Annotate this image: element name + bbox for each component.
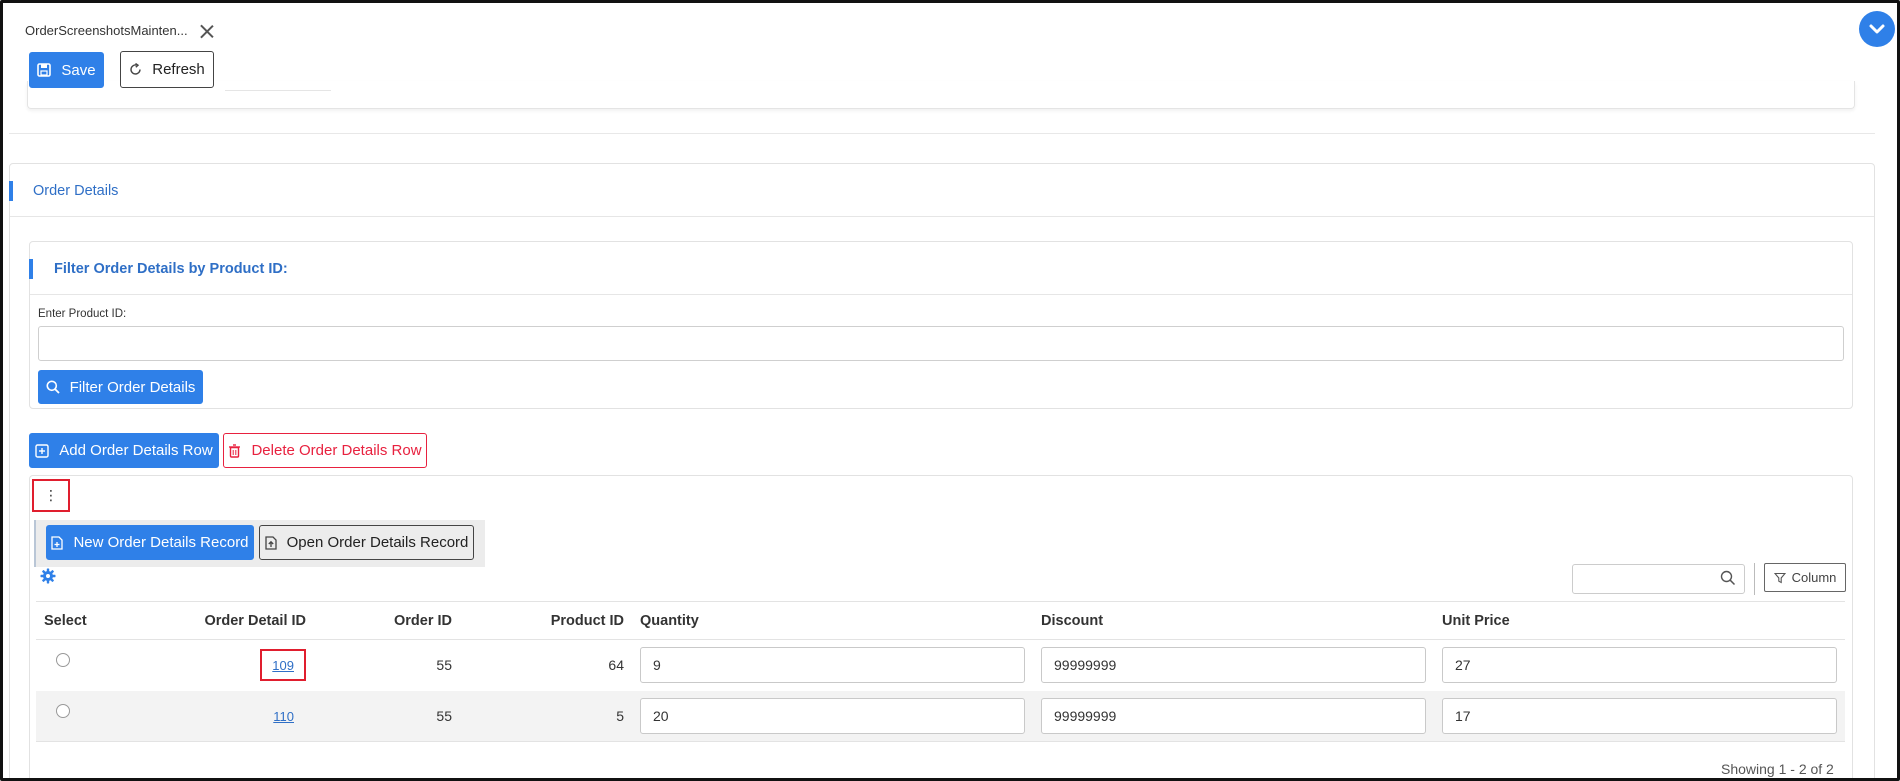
filter-order-details-button[interactable]: Filter Order Details — [38, 370, 203, 404]
delete-row-label: Delete Order Details Row — [251, 442, 422, 459]
product-id-cell: 64 — [608, 657, 624, 674]
open-file-icon — [264, 535, 277, 550]
column-header-unit-price[interactable]: Unit Price — [1434, 601, 1845, 640]
unit-price-input[interactable] — [1442, 697, 1837, 734]
divider — [10, 216, 1874, 217]
column-button-label: Column — [1791, 570, 1837, 585]
table-row[interactable]: 110 55 5 — [36, 690, 1845, 742]
section-accent — [9, 181, 13, 201]
order-id-cell: 55 — [314, 690, 460, 742]
collapse-toggle-button[interactable] — [1859, 11, 1895, 47]
new-record-label: New Order Details Record — [73, 534, 249, 551]
filter-card — [29, 241, 1853, 409]
highlight-box: 109 — [260, 649, 306, 682]
order-details-table: Select Order Detail ID Order ID Product … — [36, 601, 1845, 742]
discount-input[interactable] — [1041, 697, 1426, 734]
app-window: OrderScreenshotsMainten... Save Refresh … — [0, 0, 1900, 781]
divider — [1754, 563, 1755, 595]
gear-icon[interactable] — [40, 568, 56, 584]
trash-icon — [229, 443, 241, 458]
open-order-details-record-button[interactable]: Open Order Details Record — [259, 525, 474, 560]
column-header-order-detail-id[interactable]: Order Detail ID — [116, 601, 314, 640]
product-id-cell: 5 — [460, 690, 632, 742]
add-order-details-row-button[interactable]: Add Order Details Row — [29, 433, 219, 468]
more-options-button[interactable]: ⋮ — [32, 479, 70, 512]
add-row-label: Add Order Details Row — [59, 442, 213, 459]
refresh-icon — [130, 63, 141, 75]
column-header-discount[interactable]: Discount — [1033, 601, 1434, 640]
row-select-radio[interactable] — [56, 703, 70, 718]
new-file-icon — [51, 535, 64, 550]
unit-price-input[interactable] — [1442, 647, 1837, 684]
section-title: Order Details — [33, 183, 119, 199]
order-id-cell: 55 — [436, 657, 452, 674]
table-row[interactable]: 109 55 64 — [36, 640, 1845, 691]
save-label: Save — [61, 61, 96, 79]
order-detail-id-link[interactable]: 110 — [273, 709, 294, 724]
chevron-down-icon — [1869, 24, 1885, 34]
refresh-label: Refresh — [152, 61, 205, 78]
tab-title: OrderScreenshotsMainten... — [25, 23, 188, 38]
delete-order-details-row-button[interactable]: Delete Order Details Row — [223, 433, 427, 468]
filter-title: Filter Order Details by Product ID: — [54, 261, 288, 277]
upper-card — [27, 81, 1855, 109]
order-detail-id-link[interactable]: 109 — [272, 658, 294, 673]
plus-square-icon — [35, 443, 49, 458]
search-icon — [46, 380, 60, 394]
new-order-details-record-button[interactable]: New Order Details Record — [46, 525, 254, 560]
paging-summary: Showing 1 - 2 of 2 — [1721, 761, 1834, 777]
open-record-label: Open Order Details Record — [286, 534, 469, 551]
table-header-row: Select Order Detail ID Order ID Product … — [36, 601, 1845, 640]
divider — [9, 133, 1875, 151]
save-icon — [37, 63, 52, 77]
column-header-product-id[interactable]: Product ID — [460, 601, 632, 640]
product-id-label: Enter Product ID: — [38, 308, 127, 320]
product-id-input[interactable] — [38, 326, 1844, 361]
close-tab-icon[interactable] — [200, 24, 214, 38]
divider — [30, 294, 1852, 295]
document-tab[interactable]: OrderScreenshotsMainten... — [25, 23, 214, 38]
discount-input[interactable] — [1041, 647, 1426, 684]
quantity-input[interactable] — [640, 647, 1025, 684]
filter-accent — [29, 259, 33, 279]
column-header-quantity[interactable]: Quantity — [632, 601, 1033, 640]
row-select-radio[interactable] — [56, 653, 70, 668]
quantity-input[interactable] — [640, 697, 1025, 734]
search-icon[interactable] — [1720, 570, 1736, 586]
filter-icon — [1773, 572, 1786, 583]
kebab-icon: ⋮ — [44, 487, 58, 503]
column-header-order-id[interactable]: Order ID — [314, 601, 460, 640]
column-header-select[interactable]: Select — [36, 601, 116, 640]
column-chooser-button[interactable]: Column — [1764, 563, 1846, 592]
filter-button-label: Filter Order Details — [69, 378, 196, 396]
